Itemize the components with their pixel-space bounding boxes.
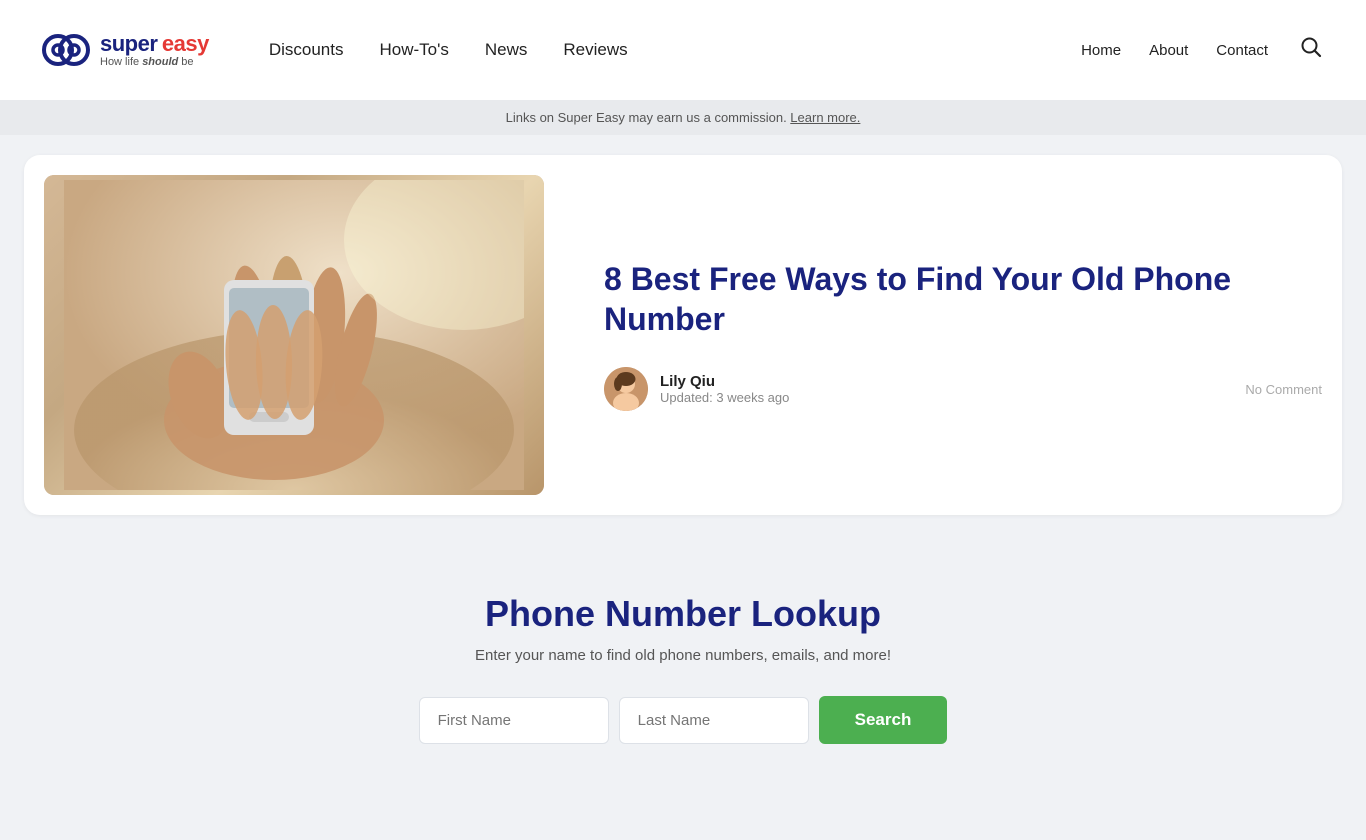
commission-bar: Links on Super Easy may earn us a commis… xyxy=(0,100,1366,135)
commission-link[interactable]: Learn more. xyxy=(790,110,860,125)
header-left: super easy How life should be Discounts … xyxy=(40,24,628,76)
lookup-title: Phone Number Lookup xyxy=(353,593,1013,635)
first-name-input[interactable] xyxy=(419,697,609,744)
search-button[interactable]: Search xyxy=(819,696,948,744)
logo-super: super xyxy=(100,33,157,55)
author-area: Lily Qiu Updated: 3 weeks ago xyxy=(604,367,789,411)
main-content: 8 Best Free Ways to Find Your Old Phone … xyxy=(0,135,1366,840)
article-title: 8 Best Free Ways to Find Your Old Phone … xyxy=(604,259,1322,339)
site-header: super easy How life should be Discounts … xyxy=(0,0,1366,100)
article-image-bg xyxy=(44,175,544,495)
last-name-input[interactable] xyxy=(619,697,809,744)
article-info: 8 Best Free Ways to Find Your Old Phone … xyxy=(604,259,1322,411)
logo-tagline: How life should be xyxy=(100,57,209,68)
lookup-form: Search xyxy=(353,696,1013,744)
lookup-widget: Phone Number Lookup Enter your name to f… xyxy=(313,545,1053,800)
no-comment-label: No Comment xyxy=(1245,382,1322,397)
nav-item-howtos[interactable]: How-To's xyxy=(379,40,448,60)
nav-item-discounts[interactable]: Discounts xyxy=(269,40,344,60)
logo-easy: easy xyxy=(162,33,209,55)
nav-item-news[interactable]: News xyxy=(485,40,528,60)
article-card: 8 Best Free Ways to Find Your Old Phone … xyxy=(24,155,1342,515)
nav-item-reviews[interactable]: Reviews xyxy=(563,40,627,60)
search-icon xyxy=(1300,36,1322,58)
nav-item-contact[interactable]: Contact xyxy=(1216,42,1268,59)
hand-phone-illustration xyxy=(64,180,524,490)
logo-text: super easy How life should be xyxy=(100,33,209,68)
article-image xyxy=(44,175,544,495)
nav-item-about[interactable]: About xyxy=(1149,42,1188,59)
avatar-image xyxy=(604,367,648,411)
site-logo[interactable]: super easy How life should be xyxy=(40,24,209,76)
article-meta: Lily Qiu Updated: 3 weeks ago No Comment xyxy=(604,367,1322,411)
header-right: Home About Contact xyxy=(1081,32,1326,68)
author-name: Lily Qiu xyxy=(660,373,789,390)
nav-item-home[interactable]: Home xyxy=(1081,42,1121,59)
author-details: Lily Qiu Updated: 3 weeks ago xyxy=(660,373,789,405)
commission-text: Links on Super Easy may earn us a commis… xyxy=(506,110,791,125)
logo-icon xyxy=(40,24,92,76)
author-updated: Updated: 3 weeks ago xyxy=(660,390,789,405)
search-toggle-button[interactable] xyxy=(1296,32,1326,68)
main-nav: Discounts How-To's News Reviews xyxy=(269,40,628,60)
lookup-subtitle: Enter your name to find old phone number… xyxy=(353,647,1013,664)
avatar xyxy=(604,367,648,411)
